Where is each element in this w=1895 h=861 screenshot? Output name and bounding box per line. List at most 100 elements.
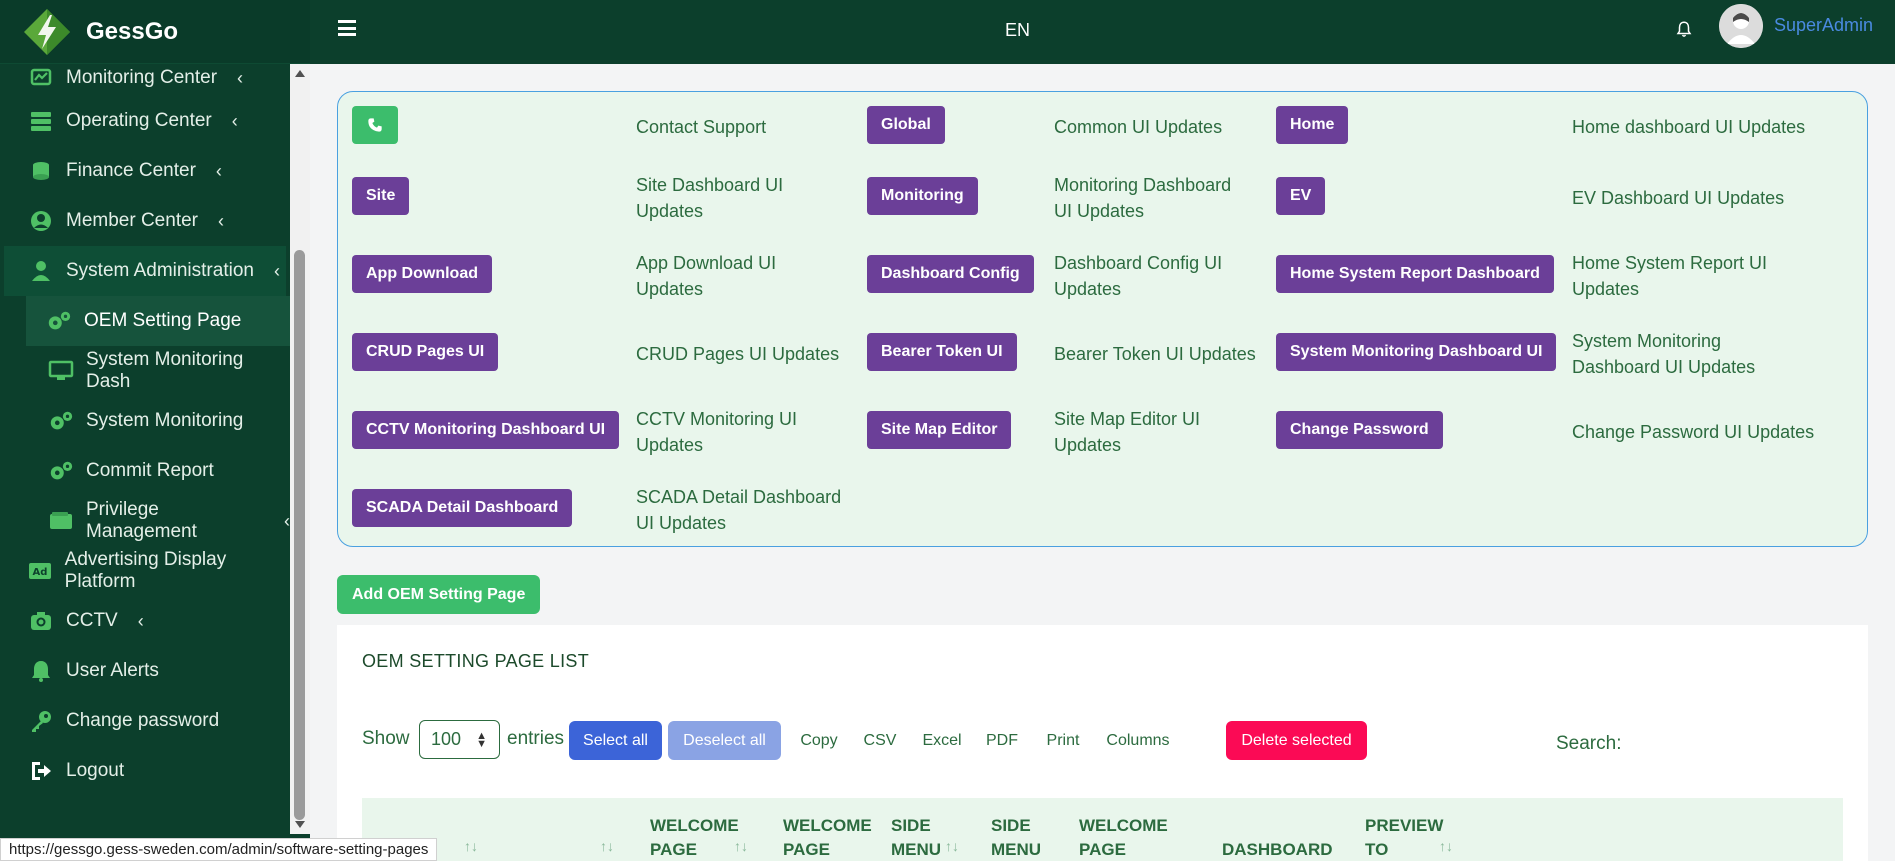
sidebar-item-cctv[interactable]: CCTV ‹ <box>0 596 290 646</box>
table-header: ↑↓ ↑↓ WELCOME PAGE ↑↓ WELCOME PAGE SIDE … <box>362 798 1843 861</box>
panel-description: Bearer Token UI Updates <box>1054 344 1256 364</box>
bearer-token-ui-button[interactable]: Bearer Token UI <box>867 333 1017 371</box>
sidebar-item-operating-center[interactable]: Operating Center ‹ <box>0 96 290 146</box>
oem-setting-page-list-card: OEM SETTING PAGE LIST Show 100 ▲ ▼ entrie… <box>337 625 1868 861</box>
sidebar: GessGo Monitoring Center ‹ Operating Cen… <box>0 0 310 861</box>
add-oem-setting-page-button[interactable]: Add OEM Setting Page <box>337 575 541 614</box>
user-avatar-icon <box>1719 4 1763 48</box>
sort-icon[interactable]: ↑↓ <box>600 838 614 854</box>
contact-support-button[interactable] <box>352 106 398 144</box>
chevron-left-icon: ‹ <box>215 160 222 181</box>
csv-button[interactable]: CSV <box>855 721 905 760</box>
scroll-down-icon[interactable] <box>295 821 305 828</box>
home-system-report-dashboard-button[interactable]: Home System Report Dashboard <box>1276 255 1554 293</box>
server-icon <box>28 108 54 134</box>
gears-icon <box>48 408 74 434</box>
sidebar-item-label: User Alerts <box>66 660 159 681</box>
sidebar-item-change-password[interactable]: Change password <box>0 696 290 746</box>
chevron-left-icon: ‹ <box>237 67 244 88</box>
brand[interactable]: GessGo <box>0 0 310 64</box>
home-button[interactable]: Home <box>1276 106 1349 144</box>
cctv-monitoring-dashboard-ui-button[interactable]: CCTV Monitoring Dashboard UI <box>352 411 620 449</box>
panel-description: CCTV Monitoring UI Updates <box>636 409 798 455</box>
sidebar-menu: Monitoring Center ‹ Operating Center ‹ F… <box>0 64 290 834</box>
sidebar-item-user-alerts[interactable]: User Alerts <box>0 646 290 696</box>
sidebar-item-finance-center[interactable]: Finance Center ‹ <box>0 146 290 196</box>
sidebar-item-logout[interactable]: Logout <box>0 746 290 796</box>
sort-icon[interactable]: ↑↓ <box>464 838 478 854</box>
excel-button[interactable]: Excel <box>912 721 972 760</box>
sort-icon[interactable]: ↑↓ <box>734 838 748 854</box>
app-download-button[interactable]: App Download <box>352 255 492 293</box>
panel-description: EV Dashboard UI Updates <box>1572 188 1785 208</box>
sort-icon[interactable]: ↑↓ <box>1439 838 1453 854</box>
entries-select[interactable]: 100 ▲ ▼ <box>419 720 500 759</box>
status-bar-url: https://gessgo.gess-sweden.com/admin/sof… <box>0 838 438 861</box>
copy-button[interactable]: Copy <box>789 721 849 760</box>
sidebar-item-label: System Administration <box>66 260 254 281</box>
panel-description: Contact Support <box>636 117 767 137</box>
sidebar-item-label: Monitoring Center <box>66 67 218 88</box>
gessgo-logo-icon <box>24 8 70 55</box>
select-all-button[interactable]: Select all <box>569 721 662 760</box>
pdf-button[interactable]: PDF <box>977 721 1027 760</box>
wallet-icon <box>48 508 74 534</box>
panel-description: App Download UI Updates <box>636 253 777 299</box>
delete-selected-button[interactable]: Delete selected <box>1226 721 1367 760</box>
monitoring-button[interactable]: Monitoring <box>867 177 978 215</box>
top-header: EN SuperAdmin <box>310 0 1895 64</box>
sidebar-item-advertising-display-platform[interactable]: Ad Advertising Display Platform <box>0 546 290 596</box>
site-map-editor-button[interactable]: Site Map Editor <box>867 411 1012 449</box>
change-password-button[interactable]: Change Password <box>1276 411 1443 449</box>
sidebar-item-system-monitoring-dash[interactable]: System Monitoring Dash <box>0 346 290 396</box>
panel-description: Common UI Updates <box>1054 117 1223 137</box>
sidebar-item-system-monitoring[interactable]: System Monitoring <box>0 396 290 446</box>
scrollbar-thumb[interactable] <box>294 250 305 820</box>
sidebar-item-label: Member Center <box>66 210 198 231</box>
column-header[interactable]: DASHBOARD <box>1222 838 1333 861</box>
hamburger-menu-icon[interactable] <box>338 20 356 36</box>
sidebar-item-privilege-management[interactable]: Privilege Management ‹ <box>0 496 290 546</box>
site-button[interactable]: Site <box>352 177 410 215</box>
ad-icon: Ad <box>28 558 53 584</box>
language-selector[interactable]: EN <box>1005 20 1030 41</box>
column-header[interactable]: SIDE MENU <box>991 814 1051 861</box>
sort-icon[interactable]: ↑↓ <box>945 838 959 854</box>
sidebar-item-system-administration[interactable]: System Administration ‹ <box>4 246 286 296</box>
crud-pages-ui-button[interactable]: CRUD Pages UI <box>352 333 499 371</box>
brand-name: GessGo <box>86 17 179 45</box>
sidebar-item-label: System Monitoring <box>86 410 244 431</box>
sidebar-item-label: Advertising Display Platform <box>64 549 227 592</box>
sidebar-scrollbar[interactable] <box>290 64 310 834</box>
scada-detail-dashboard-button[interactable]: SCADA Detail Dashboard <box>352 489 573 527</box>
monitoring-icon <box>28 65 54 91</box>
column-header[interactable]: WELCOME PAGE <box>783 814 873 861</box>
columns-button[interactable]: Columns <box>1099 721 1177 760</box>
deselect-all-button[interactable]: Deselect all <box>668 721 781 760</box>
sidebar-item-commit-report[interactable]: Commit Report <box>0 446 290 496</box>
sidebar-item-monitoring-center[interactable]: Monitoring Center ‹ <box>0 64 290 96</box>
panel-description: Home System Report UI Updates <box>1572 253 1768 299</box>
coins-icon <box>28 158 54 184</box>
scroll-up-icon[interactable] <box>295 70 305 77</box>
panel-description: CRUD Pages UI Updates <box>636 344 840 364</box>
sidebar-item-label: Operating Center <box>66 110 212 131</box>
panel-description: Home dashboard UI Updates <box>1572 117 1806 137</box>
camera-icon <box>28 608 54 634</box>
global-button[interactable]: Global <box>867 106 945 144</box>
sidebar-item-label: Finance Center <box>66 160 196 181</box>
dashboard-config-button[interactable]: Dashboard Config <box>867 255 1034 293</box>
chevron-left-icon: ‹ <box>137 610 144 631</box>
sidebar-item-member-center[interactable]: Member Center ‹ <box>0 196 290 246</box>
username[interactable]: SuperAdmin <box>1774 15 1873 36</box>
print-button[interactable]: Print <box>1033 721 1093 760</box>
ev-button[interactable]: EV <box>1276 177 1326 215</box>
system-monitoring-dashboard-ui-button[interactable]: System Monitoring Dashboard UI <box>1276 333 1557 371</box>
column-header[interactable]: WELCOME PAGE <box>1079 814 1179 861</box>
sidebar-item-oem-setting-page[interactable]: OEM Setting Page <box>26 296 290 346</box>
avatar[interactable] <box>1719 4 1763 48</box>
notification-bell-icon[interactable] <box>1675 18 1693 40</box>
column-header[interactable]: SIDE MENU <box>891 814 951 861</box>
user-circle-icon <box>28 208 54 234</box>
list-title: OEM SETTING PAGE LIST <box>362 651 590 671</box>
